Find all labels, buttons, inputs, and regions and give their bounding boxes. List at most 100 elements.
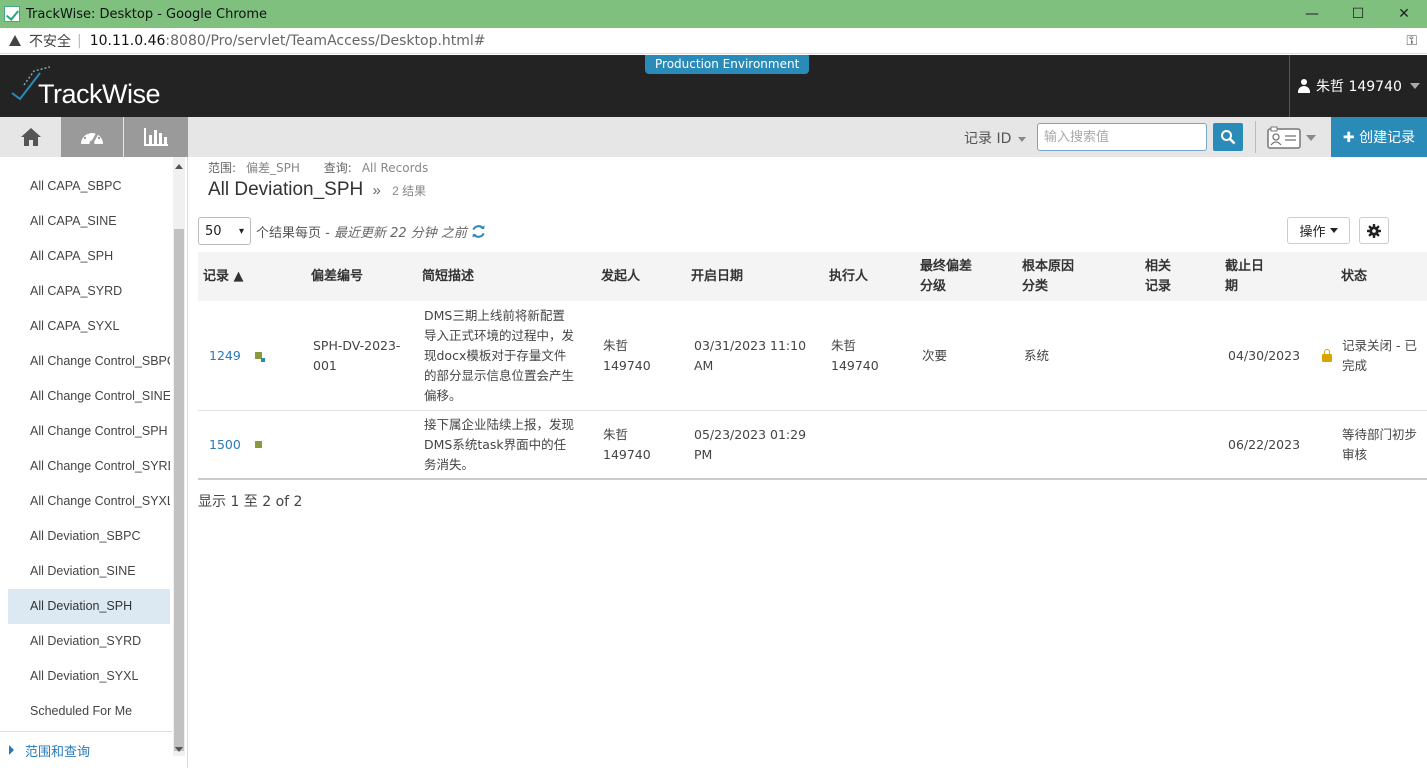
sidebar-item[interactable]: All Change Control_SYRD (8, 449, 170, 484)
column-header-record[interactable]: 记录 ▲ (203, 252, 244, 301)
search-input[interactable] (1037, 123, 1207, 151)
chevron-down-icon (1306, 135, 1316, 141)
home-icon (21, 128, 41, 146)
refresh-icon[interactable] (471, 224, 486, 239)
sidebar-item[interactable]: All CAPA_SYXL (8, 309, 170, 344)
id-card-icon (1267, 126, 1301, 149)
column-header-classification[interactable]: 最终偏差 分级 (920, 252, 972, 301)
sidebar: All CAPA_SBPC All CAPA_SINE All CAPA_SPH… (0, 157, 188, 768)
search-icon (1221, 130, 1236, 145)
records-table: 记录 ▲ 偏差编号 简短描述 发起人 开启日期 执行人 最终偏差 分级 根本原因… (198, 252, 1427, 480)
sidebar-item[interactable]: Scheduled For Me (8, 694, 170, 729)
environment-badge: Production Environment (645, 55, 810, 74)
browser-titlebar: TrackWise: Desktop - Google Chrome — ☐ ✕ (0, 0, 1427, 28)
record-status-icon (254, 441, 262, 448)
sidebar-item[interactable]: All Change Control_SINE (8, 379, 170, 414)
table-row[interactable]: 1500 接下属企业陆续上报，发现DMS系统task界面中的任务消失。 朱哲 1… (198, 411, 1427, 480)
originator-cell: 朱哲 149740 (603, 426, 651, 462)
per-page-text: 个结果每页 - 最近更新 22 分钟 之前 (256, 225, 467, 241)
sidebar-item[interactable]: All Deviation_SYRD (8, 624, 170, 659)
column-header-assignee[interactable]: 执行人 (829, 252, 868, 301)
settings-button[interactable] (1359, 217, 1389, 244)
url-path: :8080/Pro/servlet/TeamAccess/Desktop.htm… (165, 32, 486, 49)
actions-button[interactable]: 操作 (1287, 217, 1350, 244)
insecure-label: 不安全 (29, 33, 71, 50)
column-header-due-date[interactable]: 截止日 期 (1225, 252, 1264, 301)
due-date-cell: 06/22/2023 (1228, 436, 1301, 452)
user-menu[interactable]: 朱哲 149740 (1289, 55, 1427, 117)
title-separator: » (372, 182, 381, 199)
address-bar[interactable]: 不安全 | 10.11.0.46:8080/Pro/servlet/TeamAc… (0, 28, 1427, 54)
query-label: 查询: (323, 161, 352, 175)
page-title: All Deviation_SPH » 2 结果 (208, 179, 426, 201)
description-cell: DMS三期上线前将新配置导入正式环境的过程中，发现docx模板对于存量文件的部分… (424, 307, 575, 403)
maximize-icon[interactable]: ☐ (1335, 0, 1381, 28)
bar-chart-icon (144, 128, 168, 146)
record-cell: 1249 (209, 301, 265, 410)
originator-cell: 朱哲 149740 (603, 337, 651, 373)
record-id-label: 记录 ID (964, 131, 1012, 147)
scope-query-toggle[interactable]: 范围和查询 (0, 731, 172, 768)
chevron-down-icon: ▾ (238, 225, 244, 237)
column-header-deviation-no[interactable]: 偏差编号 (311, 252, 363, 301)
per-page-select[interactable]: 50 ▾ (198, 217, 251, 245)
minimize-icon[interactable]: — (1289, 0, 1335, 28)
sidebar-item[interactable]: All CAPA_SINE (8, 204, 170, 239)
trackwise-logo[interactable]: TrackWise (10, 61, 190, 113)
app-favicon-icon (4, 6, 20, 22)
sidebar-item[interactable]: All CAPA_SBPC (8, 169, 170, 204)
scrollbar-thumb[interactable] (174, 229, 184, 751)
window-controls: — ☐ ✕ (1289, 0, 1427, 28)
tab-dashboard[interactable] (61, 117, 123, 157)
sidebar-item[interactable]: All CAPA_SPH (8, 239, 170, 274)
window-title: TrackWise: Desktop - Google Chrome (26, 6, 268, 22)
due-date-cell: 04/30/2023 (1228, 347, 1301, 363)
column-header-description[interactable]: 简短描述 (422, 252, 474, 301)
table-row[interactable]: 1249 SPH-DV-2023-001 DMS三期上线前将新配置导入正式环境的… (198, 301, 1427, 411)
column-header-originator[interactable]: 发起人 (601, 252, 640, 301)
root-cause-cell: 系统 (1024, 347, 1050, 363)
record-link[interactable]: 1249 (209, 346, 241, 366)
warning-icon (9, 35, 21, 46)
column-header-open-date[interactable]: 开启日期 (691, 252, 743, 301)
lock-cell (1322, 301, 1332, 410)
sidebar-item[interactable]: All Deviation_SINE (8, 554, 170, 589)
record-id-dropdown[interactable]: 记录 ID (964, 128, 1027, 148)
app-header: TrackWise Production Environment 朱哲 1497… (0, 55, 1427, 117)
sidebar-item-active[interactable]: All Deviation_SPH (8, 589, 170, 624)
record-link[interactable]: 1500 (209, 435, 241, 455)
column-header-root-cause[interactable]: 根本原因 分类 (1022, 252, 1074, 301)
sidebar-scrollbar[interactable] (173, 157, 185, 756)
page-title-text: All Deviation_SPH (208, 179, 364, 200)
column-header-related[interactable]: 相关 记录 (1145, 252, 1171, 301)
sidebar-item[interactable]: All CAPA_SYRD (8, 274, 170, 309)
caret-right-icon (9, 745, 14, 755)
sidebar-item[interactable]: All Deviation_SBPC (8, 519, 170, 554)
actions-label: 操作 (1299, 225, 1326, 240)
tab-reports[interactable] (124, 117, 188, 157)
toolbar-divider (1255, 121, 1256, 153)
sidebar-item[interactable]: All Change Control_SBPC (8, 344, 170, 379)
scope-value: 偏差_SPH (246, 161, 300, 175)
result-count: 2 结果 (392, 184, 427, 198)
close-icon[interactable]: ✕ (1381, 0, 1427, 28)
tab-home[interactable] (0, 117, 62, 157)
sidebar-item[interactable]: All Deviation_SYXL (8, 659, 170, 694)
sidebar-item[interactable]: All Change Control_SPH (8, 414, 170, 449)
sidebar-list: All CAPA_SBPC All CAPA_SINE All CAPA_SPH… (8, 169, 170, 729)
status-cell: 等待部门初步审核 (1342, 426, 1418, 462)
open-date-cell: 05/23/2023 01:29 PM (694, 426, 807, 462)
view-selector-button[interactable] (1266, 125, 1322, 151)
search-button[interactable] (1213, 123, 1243, 151)
results-summary: 显示 1 至 2 of 2 (198, 494, 303, 510)
scroll-down-icon[interactable] (175, 747, 183, 752)
gear-icon (1367, 223, 1381, 238)
column-header-status[interactable]: 状态 (1341, 252, 1367, 301)
classification-cell: 次要 (922, 347, 948, 363)
caret-down-icon (1018, 136, 1027, 142)
create-record-button[interactable]: ✚ 创建记录 (1331, 117, 1427, 157)
per-page-value: 50 (205, 223, 222, 239)
sidebar-item[interactable]: All Change Control_SYXL (8, 484, 170, 519)
scroll-up-icon[interactable] (175, 164, 183, 169)
key-icon[interactable]: ⚿ (1406, 33, 1417, 49)
